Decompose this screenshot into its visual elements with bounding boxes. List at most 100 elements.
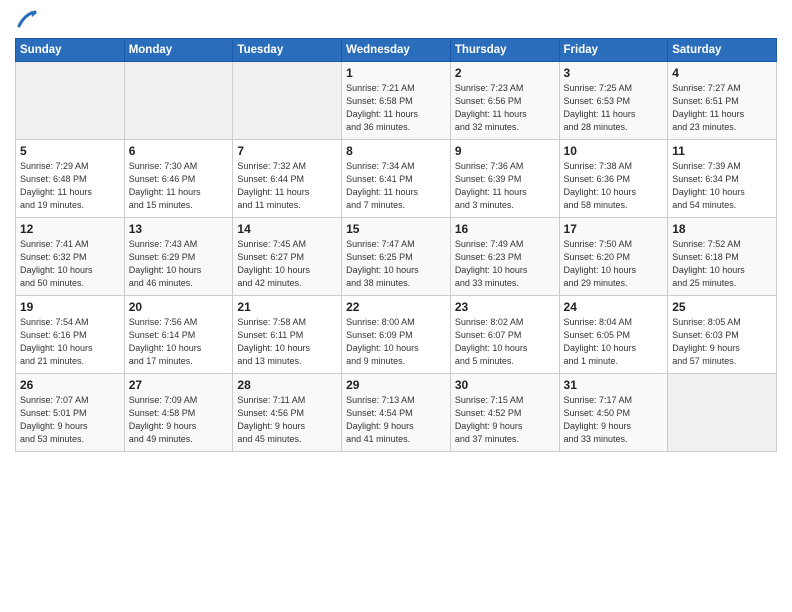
day-number: 26 [20,378,120,392]
day-cell: 26 Sunrise: 7:07 AM Sunset: 5:01 PM Dayli… [16,374,125,452]
day-info: Sunrise: 7:36 AM Sunset: 6:39 PM Dayligh… [455,160,555,212]
day-cell [668,374,777,452]
day-cell: 8Sunrise: 7:34 AM Sunset: 6:41 PM Daylig… [342,140,451,218]
day-info: Sunrise: 7:23 AM Sunset: 6:56 PM Dayligh… [455,82,555,134]
page-container: SundayMondayTuesdayWednesdayThursdayFrid… [0,0,792,457]
day-info: Sunrise: 7:47 AM Sunset: 6:25 PM Dayligh… [346,238,446,290]
day-number: 14 [237,222,337,236]
day-number: 24 [564,300,664,314]
day-info: Sunrise: 8:00 AM Sunset: 6:09 PM Dayligh… [346,316,446,368]
day-number: 13 [129,222,229,236]
day-cell [124,62,233,140]
day-cell: 9 Sunrise: 7:36 AM Sunset: 6:39 PM Daylig… [450,140,559,218]
day-cell: 10 Sunrise: 7:38 AM Sunset: 6:36 PM Dayli… [559,140,668,218]
logo [15,10,39,30]
day-number: 8 [346,144,446,158]
day-info: Sunrise: 7:56 AM Sunset: 6:14 PM Dayligh… [129,316,229,368]
day-cell: 22 Sunrise: 8:00 AM Sunset: 6:09 PM Dayli… [342,296,451,374]
day-info: Sunrise: 7:38 AM Sunset: 6:36 PM Dayligh… [564,160,664,212]
day-cell [16,62,125,140]
day-info: Sunrise: 8:05 AM Sunset: 6:03 PM Dayligh… [672,316,772,368]
day-info: Sunrise: 7:09 AM Sunset: 4:58 PM Dayligh… [129,394,229,446]
day-number: 6 [129,144,229,158]
day-number: 28 [237,378,337,392]
day-info: Sunrise: 7:11 AM Sunset: 4:56 PM Dayligh… [237,394,337,446]
day-number: 4 [672,66,772,80]
day-info: Sunrise: 7:41 AM Sunset: 6:32 PM Dayligh… [20,238,120,290]
day-cell: 13 Sunrise: 7:43 AM Sunset: 6:29 PM Dayli… [124,218,233,296]
day-cell: 28 Sunrise: 7:11 AM Sunset: 4:56 PM Dayli… [233,374,342,452]
week-row-1: 1Sunrise: 7:21 AM Sunset: 6:58 PM Daylig… [16,62,777,140]
day-number: 12 [20,222,120,236]
day-cell: 18Sunrise: 7:52 AM Sunset: 6:18 PM Dayli… [668,218,777,296]
day-info: Sunrise: 8:02 AM Sunset: 6:07 PM Dayligh… [455,316,555,368]
day-cell: 27 Sunrise: 7:09 AM Sunset: 4:58 PM Dayli… [124,374,233,452]
day-cell: 29 Sunrise: 7:13 AM Sunset: 4:54 PM Dayli… [342,374,451,452]
day-cell: 16 Sunrise: 7:49 AM Sunset: 6:23 PM Dayli… [450,218,559,296]
day-info: Sunrise: 8:04 AM Sunset: 6:05 PM Dayligh… [564,316,664,368]
day-cell: 21 Sunrise: 7:58 AM Sunset: 6:11 PM Dayli… [233,296,342,374]
day-cell: 2 Sunrise: 7:23 AM Sunset: 6:56 PM Daylig… [450,62,559,140]
day-info: Sunrise: 7:27 AM Sunset: 6:51 PM Dayligh… [672,82,772,134]
day-number: 11 [672,144,772,158]
day-number: 22 [346,300,446,314]
header-cell-saturday: Saturday [668,39,777,62]
day-number: 31 [564,378,664,392]
day-cell: 24 Sunrise: 8:04 AM Sunset: 6:05 PM Dayli… [559,296,668,374]
day-info: Sunrise: 7:07 AM Sunset: 5:01 PM Dayligh… [20,394,120,446]
day-info: Sunrise: 7:32 AM Sunset: 6:44 PM Dayligh… [237,160,337,212]
day-cell: 30Sunrise: 7:15 AM Sunset: 4:52 PM Dayli… [450,374,559,452]
day-cell: 20 Sunrise: 7:56 AM Sunset: 6:14 PM Dayli… [124,296,233,374]
day-cell: 7Sunrise: 7:32 AM Sunset: 6:44 PM Daylig… [233,140,342,218]
day-number: 29 [346,378,446,392]
day-number: 9 [455,144,555,158]
day-cell: 15Sunrise: 7:47 AM Sunset: 6:25 PM Dayli… [342,218,451,296]
day-cell: 3Sunrise: 7:25 AM Sunset: 6:53 PM Daylig… [559,62,668,140]
week-row-3: 12 Sunrise: 7:41 AM Sunset: 6:32 PM Dayli… [16,218,777,296]
day-number: 21 [237,300,337,314]
header-cell-monday: Monday [124,39,233,62]
day-number: 17 [564,222,664,236]
day-cell: 1Sunrise: 7:21 AM Sunset: 6:58 PM Daylig… [342,62,451,140]
week-row-5: 26 Sunrise: 7:07 AM Sunset: 5:01 PM Dayli… [16,374,777,452]
day-info: Sunrise: 7:52 AM Sunset: 6:18 PM Dayligh… [672,238,772,290]
day-number: 25 [672,300,772,314]
day-info: Sunrise: 7:30 AM Sunset: 6:46 PM Dayligh… [129,160,229,212]
day-cell: 17 Sunrise: 7:50 AM Sunset: 6:20 PM Dayli… [559,218,668,296]
day-number: 27 [129,378,229,392]
day-number: 16 [455,222,555,236]
day-cell: 14Sunrise: 7:45 AM Sunset: 6:27 PM Dayli… [233,218,342,296]
day-info: Sunrise: 7:58 AM Sunset: 6:11 PM Dayligh… [237,316,337,368]
day-number: 3 [564,66,664,80]
day-info: Sunrise: 7:15 AM Sunset: 4:52 PM Dayligh… [455,394,555,446]
logo-icon [17,8,39,30]
day-number: 1 [346,66,446,80]
day-cell [233,62,342,140]
day-number: 2 [455,66,555,80]
day-number: 20 [129,300,229,314]
calendar-table: SundayMondayTuesdayWednesdayThursdayFrid… [15,38,777,452]
day-number: 19 [20,300,120,314]
day-cell: 25 Sunrise: 8:05 AM Sunset: 6:03 PM Dayli… [668,296,777,374]
day-info: Sunrise: 7:17 AM Sunset: 4:50 PM Dayligh… [564,394,664,446]
week-row-2: 5 Sunrise: 7:29 AM Sunset: 6:48 PM Daylig… [16,140,777,218]
header-cell-tuesday: Tuesday [233,39,342,62]
day-number: 23 [455,300,555,314]
day-cell: 4 Sunrise: 7:27 AM Sunset: 6:51 PM Daylig… [668,62,777,140]
day-number: 10 [564,144,664,158]
header-cell-sunday: Sunday [16,39,125,62]
day-info: Sunrise: 7:50 AM Sunset: 6:20 PM Dayligh… [564,238,664,290]
header-cell-friday: Friday [559,39,668,62]
header-cell-thursday: Thursday [450,39,559,62]
day-info: Sunrise: 7:29 AM Sunset: 6:48 PM Dayligh… [20,160,120,212]
day-info: Sunrise: 7:13 AM Sunset: 4:54 PM Dayligh… [346,394,446,446]
day-number: 5 [20,144,120,158]
day-info: Sunrise: 7:39 AM Sunset: 6:34 PM Dayligh… [672,160,772,212]
day-info: Sunrise: 7:43 AM Sunset: 6:29 PM Dayligh… [129,238,229,290]
day-cell: 19 Sunrise: 7:54 AM Sunset: 6:16 PM Dayli… [16,296,125,374]
day-info: Sunrise: 7:54 AM Sunset: 6:16 PM Dayligh… [20,316,120,368]
day-cell: 5 Sunrise: 7:29 AM Sunset: 6:48 PM Daylig… [16,140,125,218]
day-cell: 12 Sunrise: 7:41 AM Sunset: 6:32 PM Dayli… [16,218,125,296]
header-cell-wednesday: Wednesday [342,39,451,62]
day-info: Sunrise: 7:49 AM Sunset: 6:23 PM Dayligh… [455,238,555,290]
